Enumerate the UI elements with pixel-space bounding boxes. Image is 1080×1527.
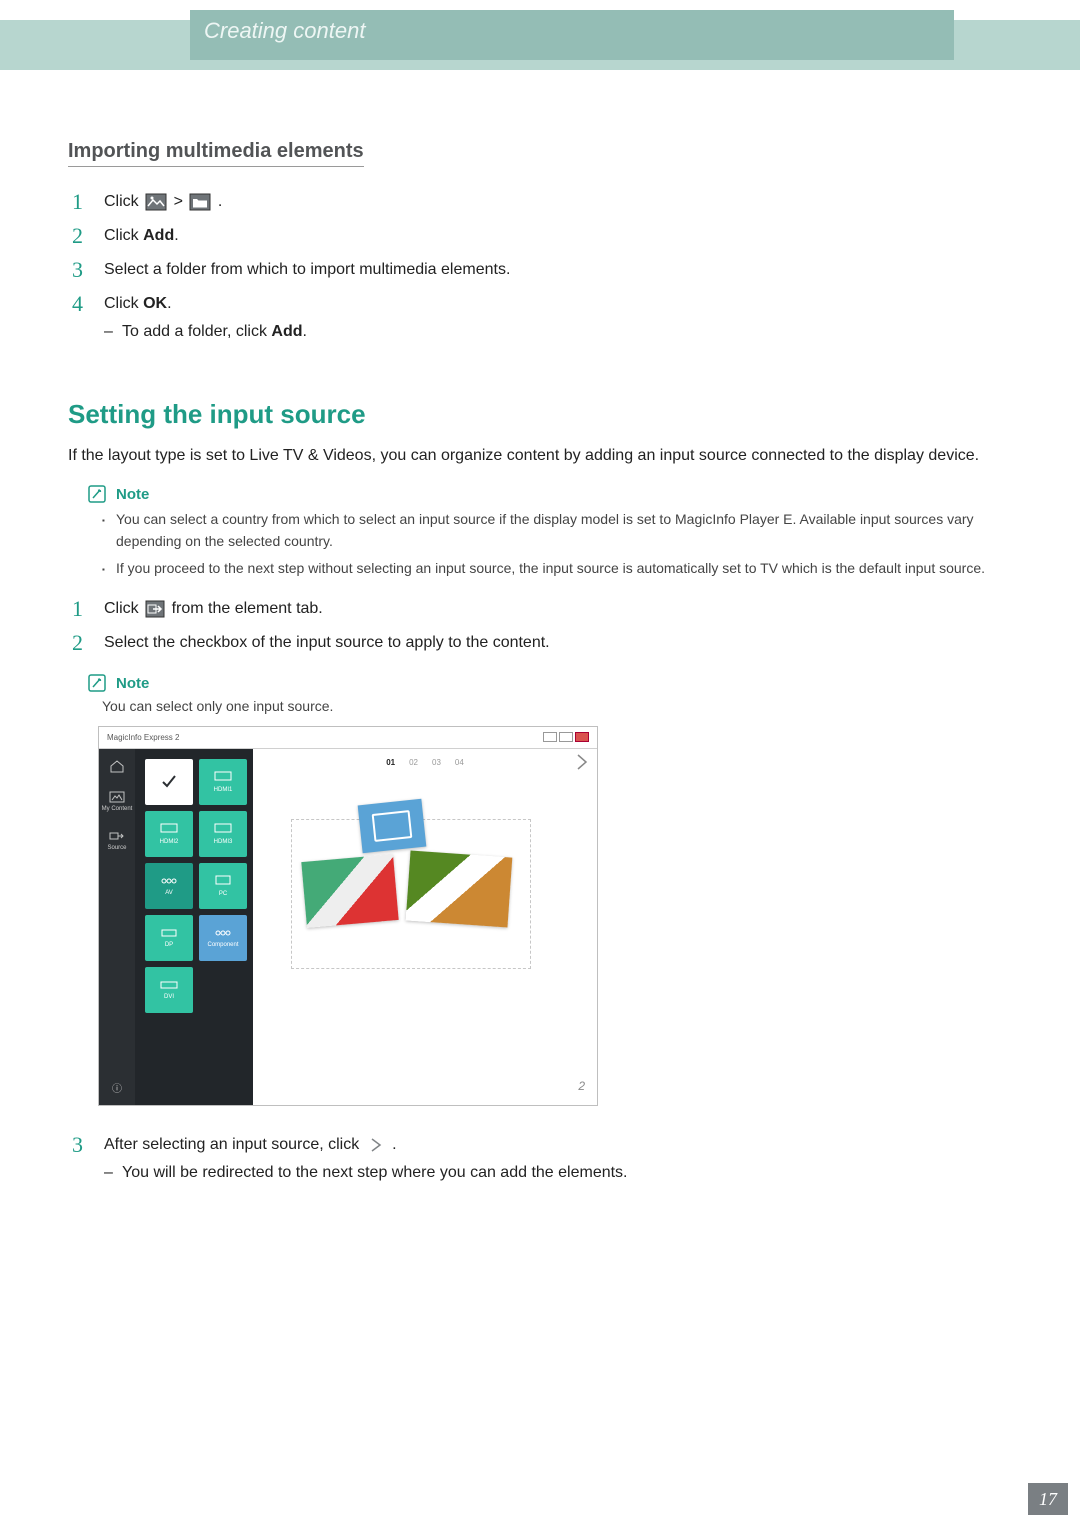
note-list: You can select a country from which to s… (102, 509, 1012, 580)
section-heading-importing: Importing multimedia elements (68, 140, 364, 167)
help-icon[interactable]: ⓘ (99, 1080, 135, 1095)
text: . (218, 193, 222, 210)
text: . (303, 323, 307, 340)
source-tile-tv-selected[interactable] (145, 759, 193, 805)
note-heading: Note (86, 674, 1012, 692)
source-tile-hdmi1[interactable]: HDMI1 (199, 759, 247, 805)
canvas-area: 01 02 03 04 2 (253, 749, 597, 1105)
page-content: Importing multimedia elements Click > . … (68, 120, 1012, 1204)
note-icon (88, 485, 106, 503)
text: from the element tab. (172, 600, 323, 617)
header-title: Creating content (204, 18, 365, 44)
window-titlebar: MagicInfo Express 2 (99, 727, 597, 749)
step-2: Select the checkbox of the input source … (68, 626, 1012, 660)
folder-icon (189, 193, 211, 211)
wizard-step[interactable]: 02 (409, 758, 418, 767)
text: > (174, 193, 188, 210)
text: . (167, 295, 171, 312)
header-tab: Creating content (190, 10, 954, 60)
source-tile-hdmi3[interactable]: HDMI3 (199, 811, 247, 857)
source-tile-component[interactable]: Component (199, 915, 247, 961)
chevron-right-icon (370, 1138, 382, 1152)
step-1: Click > . (68, 185, 1012, 219)
note-label: Note (116, 486, 149, 503)
source-steps-b: After selecting an input source, click .… (68, 1128, 1012, 1190)
wizard-step-active[interactable]: 01 (386, 758, 395, 767)
source-tile-dvi[interactable]: DVI (145, 967, 193, 1013)
text-bold: Add (143, 227, 174, 244)
text: To add a folder, click (122, 323, 271, 340)
substep: To add a folder, click Add. (104, 323, 1012, 341)
next-chevron-icon[interactable] (575, 753, 589, 776)
step-1: Click from the element tab. (68, 592, 1012, 626)
wizard-steps: 01 02 03 04 (253, 749, 597, 775)
rail-label: Source (107, 845, 126, 851)
text-bold: Add (271, 323, 302, 340)
section-heading-source: Setting the input source (68, 399, 1012, 430)
source-tile-dp[interactable]: DP (145, 915, 193, 961)
substep: You will be redirected to the next step … (104, 1164, 1012, 1182)
text: . (174, 227, 178, 244)
note-text: You can select only one input source. (102, 698, 1012, 714)
text: Click (104, 193, 143, 210)
app-screenshot: MagicInfo Express 2 My Content Source ⓘ … (98, 726, 598, 1106)
tile-label: Component (207, 942, 238, 948)
nav-rail: My Content Source ⓘ (99, 749, 135, 1105)
page-number: 17 (1028, 1483, 1068, 1515)
tile-label: AV (165, 890, 173, 896)
tile-label: HDMI1 (214, 787, 233, 793)
source-tile-av[interactable]: AV (145, 863, 193, 909)
layout-stage (291, 819, 531, 969)
note-label: Note (116, 675, 149, 692)
text-bold: OK (143, 295, 167, 312)
image-card-a[interactable] (301, 854, 398, 928)
note-heading: Note (86, 485, 1012, 503)
input-arrow-icon (145, 600, 165, 618)
rail-home[interactable] (109, 759, 125, 773)
rail-source[interactable]: Source (107, 830, 126, 851)
text: After selecting an input source, click (104, 1136, 364, 1153)
source-grid: HDMI1 HDMI2 HDMI3 AV PC DP Component DVI (135, 749, 253, 1105)
text: Click (104, 600, 143, 617)
step-2: Click Add. (68, 219, 1012, 253)
tile-label: PC (219, 891, 227, 897)
note-item: If you proceed to the next step without … (102, 558, 1012, 580)
wizard-step[interactable]: 03 (432, 758, 441, 767)
tile-label: DVI (164, 994, 174, 1000)
picture-icon (145, 193, 167, 211)
note-icon (88, 674, 106, 692)
importing-steps: Click > . Click Add. Select a folder fro… (68, 185, 1012, 349)
text: . (392, 1136, 396, 1153)
tile-label: HDMI3 (214, 839, 233, 845)
window-title: MagicInfo Express 2 (107, 733, 179, 742)
intro-paragraph: If the layout type is set to Live TV & V… (68, 444, 1012, 469)
tile-label: HDMI2 (160, 839, 179, 845)
source-steps-a: Click from the element tab. Select the c… (68, 592, 1012, 660)
step-3: After selecting an input source, click .… (68, 1128, 1012, 1190)
text: Click (104, 227, 143, 244)
source-tile-hdmi2[interactable]: HDMI2 (145, 811, 193, 857)
rail-label: My Content (102, 806, 133, 812)
image-card-b[interactable] (406, 851, 513, 928)
text: Click (104, 295, 143, 312)
canvas-page-indicator: 2 (578, 1079, 585, 1093)
step-3: Select a folder from which to import mul… (68, 253, 1012, 287)
tile-label: DP (165, 942, 173, 948)
step-4: Click OK. To add a folder, click Add. (68, 287, 1012, 349)
wizard-step[interactable]: 04 (455, 758, 464, 767)
source-tile-pc[interactable]: PC (199, 863, 247, 909)
note-item: You can select a country from which to s… (102, 509, 1012, 552)
tv-card[interactable] (358, 799, 427, 853)
rail-my-content[interactable]: My Content (102, 791, 133, 812)
window-controls[interactable] (541, 732, 589, 744)
